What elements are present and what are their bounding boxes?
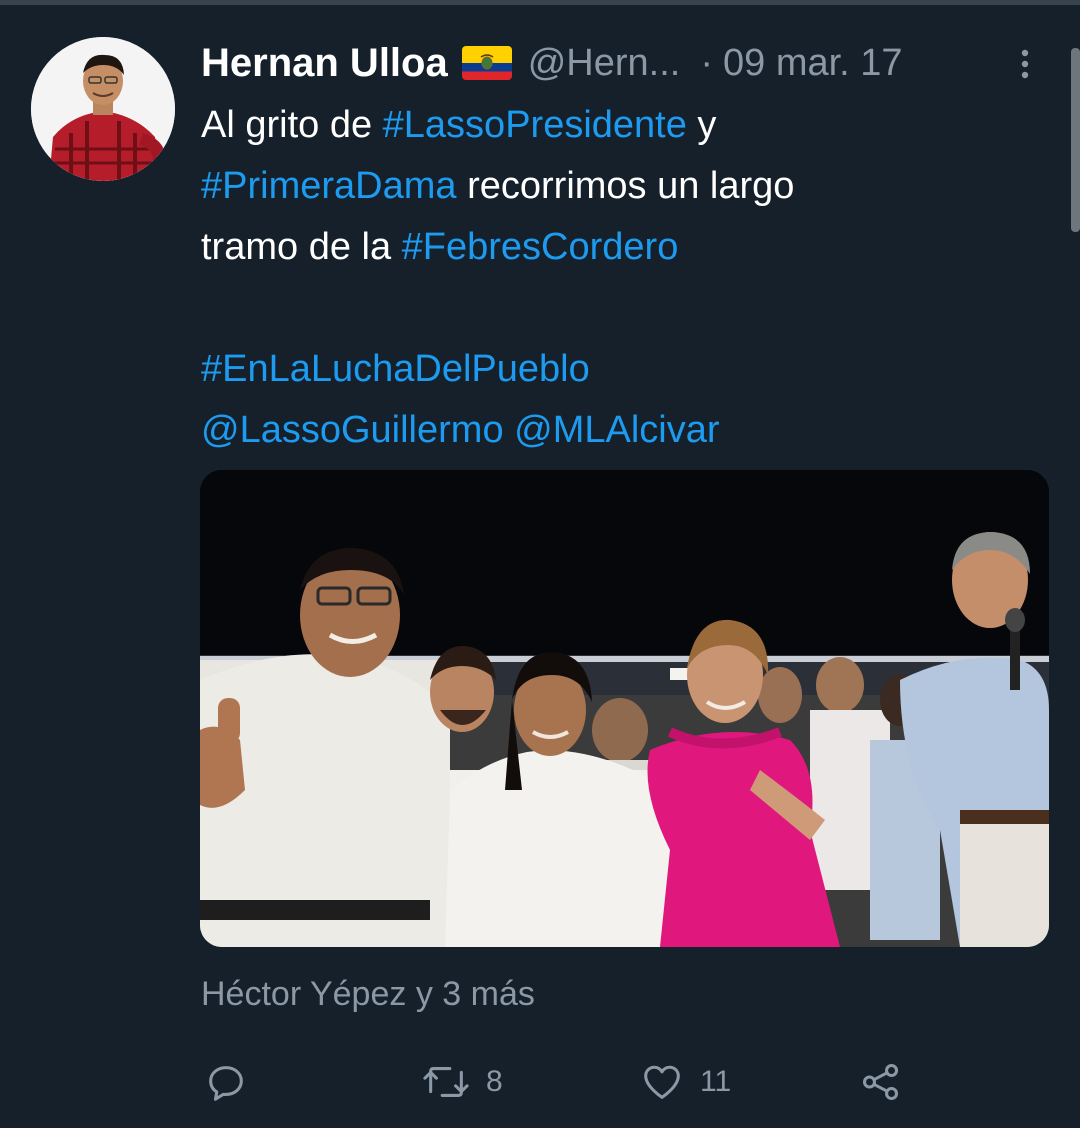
tweet-photo[interactable]	[200, 470, 1049, 947]
tweet-text-line: #PrimeraDama recorrimos un largo	[201, 156, 1031, 217]
retweet-count: 8	[486, 1065, 503, 1098]
tweet-text: Al grito de #LassoPresidente y #PrimeraD…	[201, 95, 1031, 461]
mention-link[interactable]: @MLAlcivar	[514, 409, 719, 451]
hashtag-link[interactable]: #EnLaLuchaDelPueblo	[201, 348, 590, 390]
tweet-actions: 8 11	[0, 1052, 1080, 1112]
share-icon	[858, 1059, 904, 1105]
avatar[interactable]	[31, 37, 175, 181]
hashtag-link[interactable]: #FebresCordero	[402, 226, 679, 268]
share-button[interactable]	[858, 1052, 904, 1112]
ecuador-flag-icon	[461, 46, 512, 80]
text-segment: recorrimos un largo	[456, 165, 795, 207]
like-button[interactable]: 11	[638, 1052, 731, 1112]
display-name[interactable]: Hernan Ulloa	[201, 41, 448, 86]
tagged-people[interactable]: Héctor Yépez y 3 más	[201, 975, 535, 1014]
text-segment: Al grito de	[201, 104, 383, 146]
retweet-button[interactable]: 8	[420, 1052, 503, 1112]
tweet[interactable]: Hernan Ulloa @Hern... · 09 mar. 17 Al gr…	[0, 0, 1080, 1123]
reply-icon	[203, 1059, 249, 1105]
heart-icon	[638, 1059, 686, 1105]
text-segment: y	[686, 104, 717, 146]
scrollbar-thumb[interactable]	[1071, 48, 1080, 232]
tweet-text-line: tramo de la #FebresCordero	[201, 217, 1031, 278]
more-options-icon[interactable]	[1015, 45, 1035, 85]
tweet-text-line: @LassoGuillermo @MLAlcivar	[201, 400, 1031, 461]
header-separator: ·	[700, 41, 713, 84]
mention-link[interactable]: @LassoGuillermo	[201, 409, 504, 451]
like-count: 11	[700, 1065, 732, 1098]
tweet-text-line: Al grito de #LassoPresidente y	[201, 95, 1031, 156]
tweet-date[interactable]: 09 mar. 17	[723, 42, 903, 85]
retweet-icon	[420, 1059, 472, 1105]
hashtag-link[interactable]: #PrimeraDama	[201, 165, 457, 207]
tweet-text-line: #EnLaLuchaDelPueblo	[201, 339, 1031, 400]
text-segment: tramo de la	[201, 226, 402, 268]
avatar-photo	[31, 37, 175, 181]
photo-illustration	[200, 470, 1049, 947]
hashtag-link[interactable]: #LassoPresidente	[383, 104, 687, 146]
user-handle[interactable]: @Hern...	[528, 42, 681, 85]
tweet-header: Hernan Ulloa @Hern... · 09 mar. 17	[201, 38, 903, 88]
reply-button[interactable]	[203, 1052, 249, 1112]
